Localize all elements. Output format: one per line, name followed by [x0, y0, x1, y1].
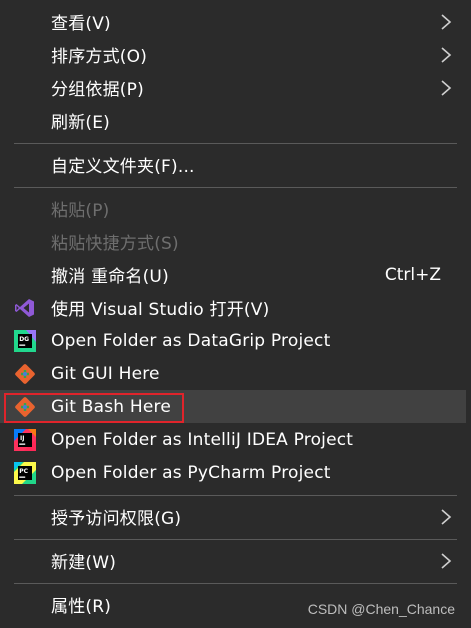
menu-item-refresh[interactable]: 刷新(E): [0, 104, 466, 137]
svg-text:IJ: IJ: [20, 435, 24, 442]
menu-item-label: Open Folder as DataGrip Project: [51, 330, 331, 351]
menu-item-label: 授予访问权限(G): [51, 509, 182, 529]
menu-separator: [14, 495, 457, 496]
datagrip-icon: DG: [14, 330, 36, 352]
svg-text:PC: PC: [19, 468, 28, 475]
context-menu: 查看(V) 排序方式(O) 分组依据(P) 刷新(E) 自定义文件夹(F)...…: [0, 0, 471, 628]
menu-item-paste: 粘贴(P): [0, 192, 466, 225]
menu-item-new[interactable]: 新建(W): [0, 544, 466, 577]
menu-item-open-with-visual-studio[interactable]: 使用 Visual Studio 打开(V): [0, 291, 466, 324]
menu-item-label: 刷新(E): [51, 113, 111, 133]
visual-studio-icon: [15, 299, 34, 317]
git-icon: [15, 364, 35, 384]
menu-item-git-gui[interactable]: Git GUI Here: [0, 357, 466, 390]
menu-separator: [14, 539, 457, 540]
menu-item-customize-folder[interactable]: 自定义文件夹(F)...: [0, 148, 466, 181]
menu-item-label: Open Folder as PyCharm Project: [51, 462, 331, 483]
menu-item-pycharm[interactable]: PC Open Folder as PyCharm Project: [0, 456, 466, 489]
menu-item-label: 粘贴快捷方式(S): [51, 234, 179, 254]
menu-item-intellij[interactable]: IJ Open Folder as IntelliJ IDEA Project: [0, 423, 466, 456]
svg-text:DG: DG: [19, 336, 29, 343]
chevron-right-icon: [441, 14, 452, 30]
menu-item-label: 查看(V): [51, 14, 111, 34]
chevron-right-icon: [441, 80, 452, 96]
watermark: CSDN @Chen_Chance: [307, 601, 455, 617]
menu-item-view[interactable]: 查看(V): [0, 5, 466, 38]
menu-separator: [14, 187, 457, 188]
menu-item-datagrip[interactable]: DG Open Folder as DataGrip Project: [0, 324, 466, 357]
menu-item-label: Git GUI Here: [51, 363, 160, 384]
highlight-box: [4, 393, 184, 423]
menu-item-label: 属性(R): [51, 597, 112, 617]
menu-item-label: 新建(W): [51, 553, 117, 573]
chevron-right-icon: [441, 553, 452, 569]
menu-item-label: 使用 Visual Studio 打开(V): [51, 300, 270, 320]
menu-item-undo-rename[interactable]: 撤消 重命名(U) Ctrl+Z: [0, 258, 466, 291]
menu-item-label: 粘贴(P): [51, 201, 110, 221]
chevron-right-icon: [441, 47, 452, 63]
pycharm-icon: PC: [14, 462, 36, 484]
menu-item-label: 自定义文件夹(F)...: [51, 157, 195, 177]
menu-item-sort-by[interactable]: 排序方式(O): [0, 38, 466, 71]
menu-item-group-by[interactable]: 分组依据(P): [0, 71, 466, 104]
menu-item-give-access[interactable]: 授予访问权限(G): [0, 500, 466, 533]
menu-separator: [14, 583, 457, 584]
menu-item-paste-shortcut: 粘贴快捷方式(S): [0, 225, 466, 258]
chevron-right-icon: [441, 509, 452, 525]
menu-item-label: Open Folder as IntelliJ IDEA Project: [51, 429, 354, 450]
menu-item-label: 排序方式(O): [51, 47, 148, 67]
intellij-icon: IJ: [14, 429, 36, 451]
menu-separator: [14, 143, 457, 144]
menu-item-label: 撤消 重命名(U): [51, 267, 169, 287]
menu-item-label: 分组依据(P): [51, 80, 144, 100]
shortcut-text: Ctrl+Z: [384, 264, 441, 285]
